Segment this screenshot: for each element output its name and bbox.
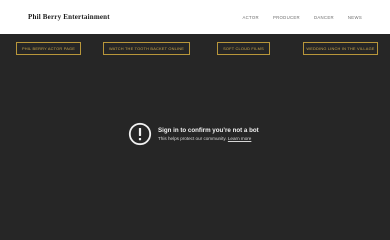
- main-nav: ACTOR PRODUCER DANCER NEWS: [235, 13, 362, 22]
- message-title: Sign in to confirm you’re not a bot: [158, 127, 259, 134]
- wedding-linch-button[interactable]: WEDDING LINCH IN THE VILLAGE: [303, 42, 378, 55]
- alert-circle-icon: [128, 122, 152, 146]
- message-subtitle: This helps protect our community. Learn …: [158, 136, 259, 141]
- actor-page-button[interactable]: PHIL BERRY ACTOR PAGE: [16, 42, 81, 55]
- watch-online-button[interactable]: WATCH THE TOOTH BACKET ONLINE: [103, 42, 190, 55]
- link-buttons: PHIL BERRY ACTOR PAGE WATCH THE TOOTH BA…: [0, 42, 390, 56]
- learn-more-link[interactable]: Learn more: [228, 136, 252, 141]
- site-title[interactable]: Phil Berry Entertainment: [28, 13, 110, 21]
- bot-check-message: Sign in to confirm you’re not a bot This…: [128, 122, 259, 146]
- page: Phil Berry Entertainment ACTOR PRODUCER …: [0, 0, 390, 240]
- nav-item-actor[interactable]: ACTOR: [235, 13, 265, 22]
- message-text: Sign in to confirm you’re not a bot This…: [158, 127, 259, 141]
- nav-item-news[interactable]: NEWS: [341, 13, 362, 22]
- message-subtitle-text: This helps protect our community.: [158, 136, 227, 141]
- nav-item-producer[interactable]: PRODUCER: [266, 13, 307, 22]
- site-header: Phil Berry Entertainment ACTOR PRODUCER …: [0, 0, 390, 34]
- soft-cloud-films-button[interactable]: SOFT CLOUD FILMS: [217, 42, 270, 55]
- nav-item-dancer[interactable]: DANCER: [307, 13, 341, 22]
